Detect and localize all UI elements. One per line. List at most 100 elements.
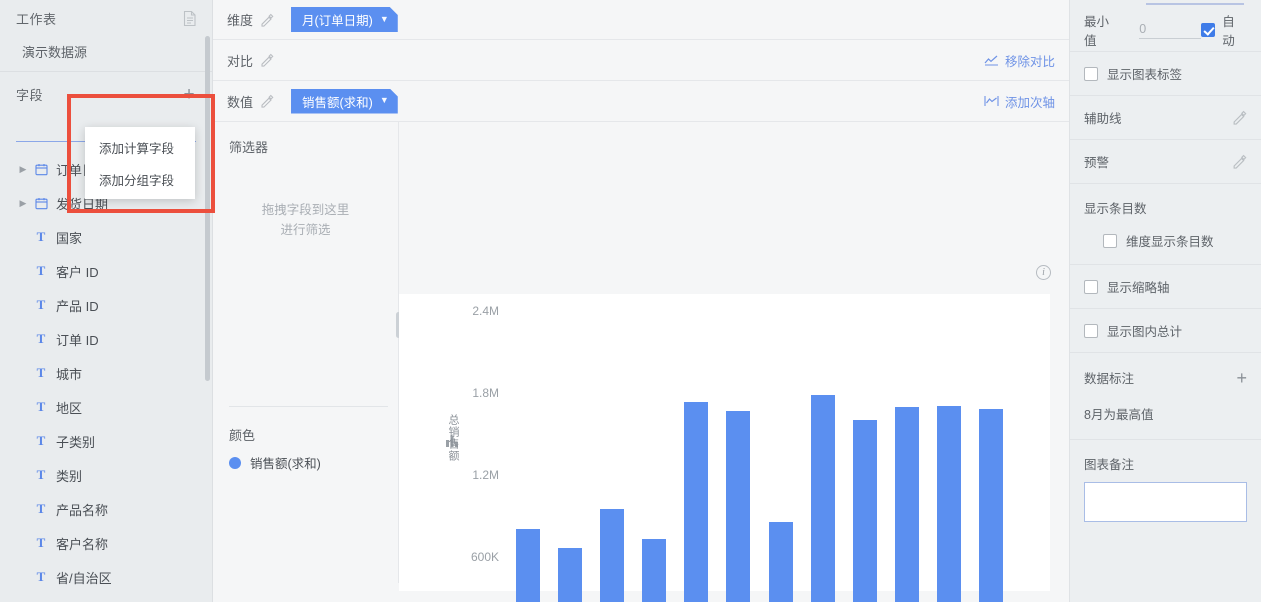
menu-item-add-group-field[interactable]: 添加分组字段 xyxy=(85,163,195,195)
filter-dropzone-line1: 拖拽字段到这里 xyxy=(261,203,350,217)
field-item-country[interactable]: ▶ T 国家 xyxy=(0,220,212,254)
field-item-customer-name[interactable]: ▶ T 客户名称 xyxy=(0,526,212,560)
dimension-item-count-row[interactable]: 维度显示条目数 xyxy=(1084,217,1247,264)
field-item-region[interactable]: ▶ T 地区 xyxy=(0,390,212,424)
pencil-icon[interactable] xyxy=(260,53,274,67)
text-type-icon: T xyxy=(36,535,46,550)
field-label: 国家 xyxy=(56,230,83,246)
show-chart-labels-checkbox[interactable] xyxy=(1084,66,1098,81)
field-item-subcategory[interactable]: ▶ T 子类别 xyxy=(0,424,212,458)
chip-dimension-month-order-date[interactable]: 月(订单日期) ▼ xyxy=(291,7,398,32)
sidebar-scrollbar[interactable] xyxy=(205,36,210,381)
show-chart-labels-label: 显示图表标签 xyxy=(1107,68,1183,82)
setting-reference-line[interactable]: 辅助线 xyxy=(1070,96,1261,140)
setting-show-total[interactable]: 显示图内总计 xyxy=(1070,309,1261,353)
pencil-icon[interactable] xyxy=(1232,154,1247,169)
remove-comparison-label: 移除对比 xyxy=(1004,54,1055,69)
text-type-icon: T xyxy=(36,331,46,346)
app-root: 工作表 演示数据源 字段 + ▶ 订单日期 ▶ 发货日期 T 国家 T 客户 I… xyxy=(0,0,1261,602)
chart-settings-panel: 最小值 自动 显示图表标签 辅助线 xyxy=(1069,0,1261,602)
text-type-icon: T xyxy=(36,365,46,380)
setting-item-count: 显示条目数 维度显示条目数 xyxy=(1070,184,1261,265)
setting-show-chart-labels[interactable]: 显示图表标签 xyxy=(1070,52,1261,96)
add-secondary-axis-button[interactable]: 添加次轴 xyxy=(984,92,1055,111)
show-minimap-checkbox[interactable] xyxy=(1084,279,1098,294)
add-field-dropdown-menu: 添加计算字段 添加分组字段 xyxy=(85,127,195,199)
bar[interactable] xyxy=(516,529,541,602)
bar-slot xyxy=(928,311,970,602)
bar[interactable] xyxy=(642,539,667,602)
annotation-note[interactable]: 8月为最高值 xyxy=(1084,387,1247,439)
text-type-icon: T xyxy=(36,467,46,482)
chip-label: 月(订单日期) xyxy=(302,14,373,28)
chevron-right-icon[interactable]: ▶ xyxy=(16,198,30,209)
bar-slot xyxy=(970,311,1012,602)
setting-alert[interactable]: 预警 xyxy=(1070,140,1261,184)
show-total-label: 显示图内总计 xyxy=(1107,325,1183,339)
bar[interactable] xyxy=(684,402,709,602)
worksheet-title: 工作表 xyxy=(16,11,57,27)
datasource-name[interactable]: 演示数据源 xyxy=(0,36,212,71)
bar[interactable] xyxy=(894,406,919,602)
field-item-customer-id[interactable]: ▶ T 客户 ID xyxy=(0,254,212,288)
chevron-down-icon[interactable]: ▼ xyxy=(380,14,389,24)
field-item-order-id[interactable]: ▶ T 订单 ID xyxy=(0,322,212,356)
color-swatch-icon xyxy=(229,456,241,469)
shelf-dimension: 维度 月(订单日期) ▼ xyxy=(213,0,1069,40)
dimension-item-count-checkbox[interactable] xyxy=(1103,233,1117,248)
field-item-product-name[interactable]: ▶ T 产品名称 xyxy=(0,492,212,526)
bar[interactable] xyxy=(852,419,877,602)
field-label: 订单 ID xyxy=(56,332,99,348)
menu-item-add-calculated-field[interactable]: 添加计算字段 xyxy=(85,131,195,163)
bar[interactable] xyxy=(600,508,625,602)
min-value-input[interactable] xyxy=(1139,20,1202,39)
bar[interactable] xyxy=(936,405,961,602)
setting-show-minimap[interactable]: 显示缩略轴 xyxy=(1070,265,1261,309)
pencil-icon[interactable] xyxy=(260,13,274,27)
auto-label: 自动 xyxy=(1222,14,1235,48)
chevron-right-icon[interactable]: ▶ xyxy=(16,164,30,175)
text-type-icon: T xyxy=(36,433,46,448)
text-type-icon: T xyxy=(36,297,46,312)
line-chart-icon xyxy=(984,54,999,66)
field-item-category[interactable]: ▶ T 类别 xyxy=(0,458,212,492)
shelf-comparison: 对比 移除对比 xyxy=(213,40,1069,81)
add-field-plus-icon[interactable]: + xyxy=(180,85,198,104)
field-item-province[interactable]: ▶ T 省/自治区 xyxy=(0,560,212,594)
shelf-rows: 维度 月(订单日期) ▼ 对比 移除对比 数值 销售额(求和) ▼ 添加次轴 xyxy=(213,0,1069,122)
dimension-item-count-label: 维度显示条目数 xyxy=(1126,235,1214,249)
chart-remark-textarea[interactable] xyxy=(1084,482,1247,522)
chip-value-sales-sum[interactable]: 销售额(求和) ▼ xyxy=(291,89,398,114)
add-annotation-plus-icon[interactable]: + xyxy=(1236,369,1247,387)
field-label: 地区 xyxy=(56,400,83,416)
bar[interactable] xyxy=(558,547,583,602)
field-item-product-id[interactable]: ▶ T 产品 ID xyxy=(0,288,212,322)
bar-slot xyxy=(717,311,759,602)
pencil-icon[interactable] xyxy=(1232,110,1247,125)
document-switch-icon[interactable] xyxy=(182,10,198,27)
pencil-icon[interactable] xyxy=(260,94,274,108)
text-type-icon: T xyxy=(36,229,46,244)
setting-min-value: 最小值 自动 xyxy=(1070,8,1261,52)
bar[interactable] xyxy=(978,408,1003,602)
filter-dropzone[interactable]: 拖拽字段到这里 进行筛选 xyxy=(213,200,398,240)
field-list: ▶ 订单日期 ▶ 发货日期 T 国家 T 客户 ID T 产品 ID T 订单 … xyxy=(0,144,212,594)
bar[interactable] xyxy=(810,394,835,602)
field-item-city[interactable]: ▶ T 城市 xyxy=(0,356,212,390)
remove-comparison-button[interactable]: 移除对比 xyxy=(984,51,1055,70)
show-total-checkbox[interactable] xyxy=(1084,323,1098,338)
chevron-down-icon[interactable]: ▼ xyxy=(380,95,389,105)
field-label: 客户名称 xyxy=(56,536,109,552)
auto-checkbox[interactable] xyxy=(1201,22,1216,37)
fields-title: 字段 xyxy=(16,87,44,103)
bar[interactable] xyxy=(768,521,793,602)
item-count-label: 显示条目数 xyxy=(1084,202,1147,216)
shelf-label-dimension: 维度 xyxy=(227,13,254,28)
info-icon[interactable]: i xyxy=(1036,265,1051,280)
filter-pane: 筛选器 拖拽字段到这里 进行筛选 颜色 销售额(求和) xyxy=(213,122,401,583)
y-tick-label: 600K xyxy=(470,550,499,564)
chart-inner: 总销售额 2.4M 1.8M 1.2M 600K 0 1月2月3月4月 xyxy=(399,294,1050,602)
color-legend-item[interactable]: 销售额(求和) xyxy=(229,453,321,472)
bar[interactable] xyxy=(726,411,751,602)
field-label: 省/自治区 xyxy=(56,570,112,586)
